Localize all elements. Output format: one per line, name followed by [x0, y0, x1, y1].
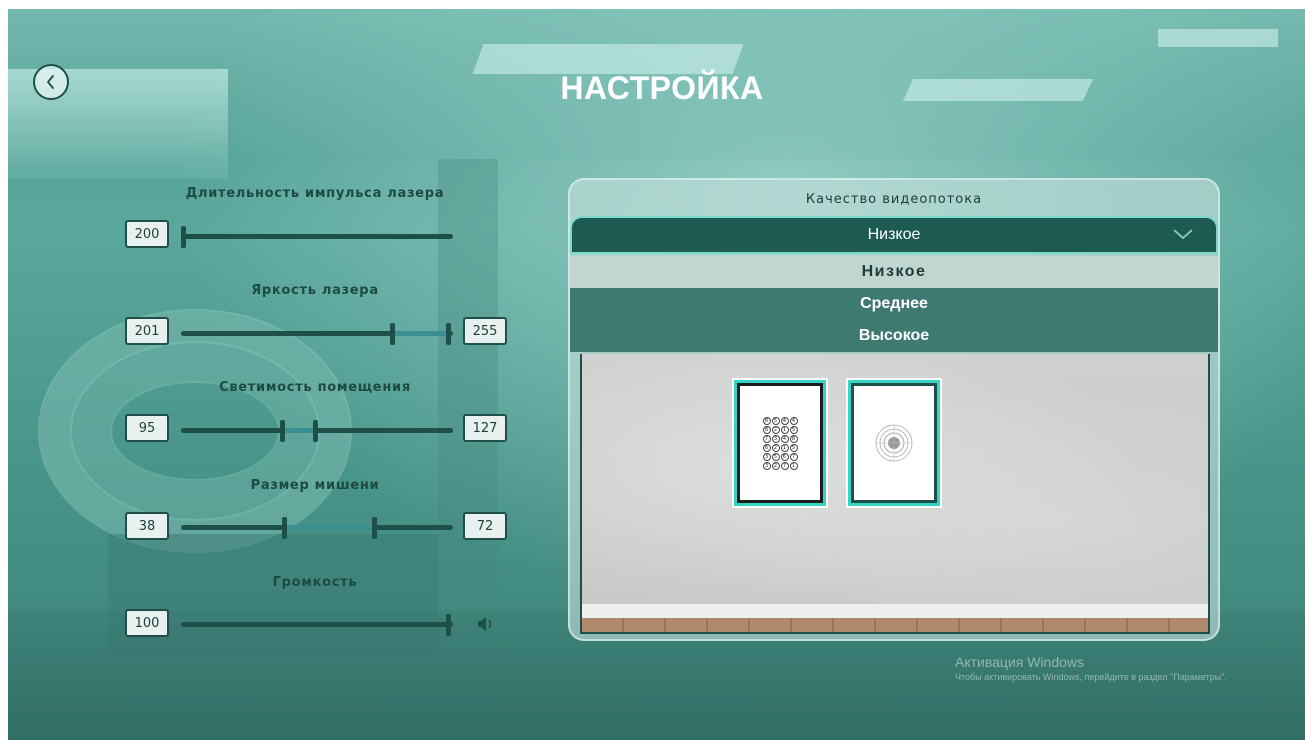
laser-brightness-max-value[interactable]: 255: [463, 317, 507, 345]
chart-number: 6: [780, 452, 789, 461]
speaker-icon[interactable]: [476, 616, 496, 632]
target-icon: [875, 424, 913, 462]
laser-pulse-label: Длительность импульса лазера: [185, 186, 445, 201]
room-luminosity-range: [284, 428, 316, 433]
volume-value[interactable]: 100: [125, 609, 169, 637]
room-luminosity-label: Светимость помещения: [219, 380, 411, 395]
target-size-min-value[interactable]: 38: [125, 512, 169, 540]
laser-brightness-range: [394, 331, 449, 336]
windows-activation-watermark: Активация Windows Чтобы активировать Win…: [955, 654, 1227, 682]
target-size-label: Размер мишени: [250, 478, 380, 493]
volume-label: Громкость: [272, 575, 358, 590]
chart-number: 3: [771, 434, 780, 443]
camera-preview: 854482157348621535673271: [580, 354, 1210, 634]
laser-brightness-label: Яркость лазера: [251, 283, 379, 298]
chart-number: 5: [771, 452, 780, 461]
video-quality-options: Низкое Среднее Высокое: [570, 256, 1218, 352]
number-chart: 854482157348621535673271: [737, 383, 823, 503]
target-sheet: [851, 383, 937, 503]
laser-pulse-handle[interactable]: [181, 226, 186, 248]
volume-handle[interactable]: [446, 614, 451, 636]
watermark-title: Активация Windows: [955, 654, 1085, 670]
room-luminosity-max-handle[interactable]: [313, 420, 318, 442]
target-size-max-handle[interactable]: [372, 517, 377, 539]
chart-number: 8: [789, 434, 798, 443]
target-size-min-handle[interactable]: [282, 517, 287, 539]
chart-number: 3: [762, 452, 771, 461]
video-quality-dropdown[interactable]: Низкое: [570, 216, 1218, 254]
laser-brightness-min-value[interactable]: 201: [125, 317, 169, 345]
option-medium[interactable]: Среднее: [570, 288, 1218, 320]
target-size-range: [286, 525, 376, 530]
chart-number: 3: [762, 461, 771, 470]
option-low[interactable]: Низкое: [570, 256, 1218, 288]
room-luminosity-min-handle[interactable]: [280, 420, 285, 442]
wooden-floor: [582, 618, 1208, 632]
chart-number: 4: [780, 416, 789, 425]
chart-number: 4: [789, 416, 798, 425]
chart-number: 7: [762, 434, 771, 443]
chart-number: 8: [762, 416, 771, 425]
chart-number: 2: [771, 461, 780, 470]
chart-number: 1: [780, 425, 789, 434]
wall-baseboard: [582, 604, 1208, 618]
chart-number: 5: [789, 425, 798, 434]
chart-number: 1: [789, 461, 798, 470]
laser-brightness-max-handle[interactable]: [446, 323, 451, 345]
chart-number: 2: [771, 443, 780, 452]
number-grid: 854482157348621535673271: [762, 416, 798, 470]
number-chart-card[interactable]: 854482157348621535673271: [732, 378, 828, 508]
laser-pulse-value[interactable]: 200: [125, 220, 169, 248]
chart-number: 2: [771, 425, 780, 434]
chart-number: 4: [780, 434, 789, 443]
room-luminosity-max-value[interactable]: 127: [463, 414, 507, 442]
page-title: НАСТРОЙКА: [560, 70, 764, 106]
chevron-down-icon: [1173, 229, 1193, 240]
chart-number: 7: [789, 452, 798, 461]
volume-track[interactable]: [181, 622, 453, 627]
room-luminosity-min-value[interactable]: 95: [125, 414, 169, 442]
watermark-subtitle: Чтобы активировать Windows, перейдите в …: [955, 672, 1227, 682]
chart-number: 8: [762, 425, 771, 434]
chart-number: 5: [771, 416, 780, 425]
video-quality-selected: Низкое: [867, 226, 921, 243]
target-size-max-value[interactable]: 72: [463, 512, 507, 540]
chart-number: 5: [789, 443, 798, 452]
chart-number: 6: [762, 443, 771, 452]
laser-brightness-min-handle[interactable]: [390, 323, 395, 345]
chart-number: 7: [780, 461, 789, 470]
target-card[interactable]: [846, 378, 942, 508]
option-high[interactable]: Высокое: [570, 320, 1218, 352]
chart-number: 1: [780, 443, 789, 452]
ceiling-light: [1158, 29, 1278, 47]
video-quality-label: Качество видеопотока: [805, 192, 983, 207]
video-panel: Качество видеопотока Низкое Низкое Средн…: [568, 178, 1220, 641]
laser-pulse-track[interactable]: [181, 234, 453, 239]
